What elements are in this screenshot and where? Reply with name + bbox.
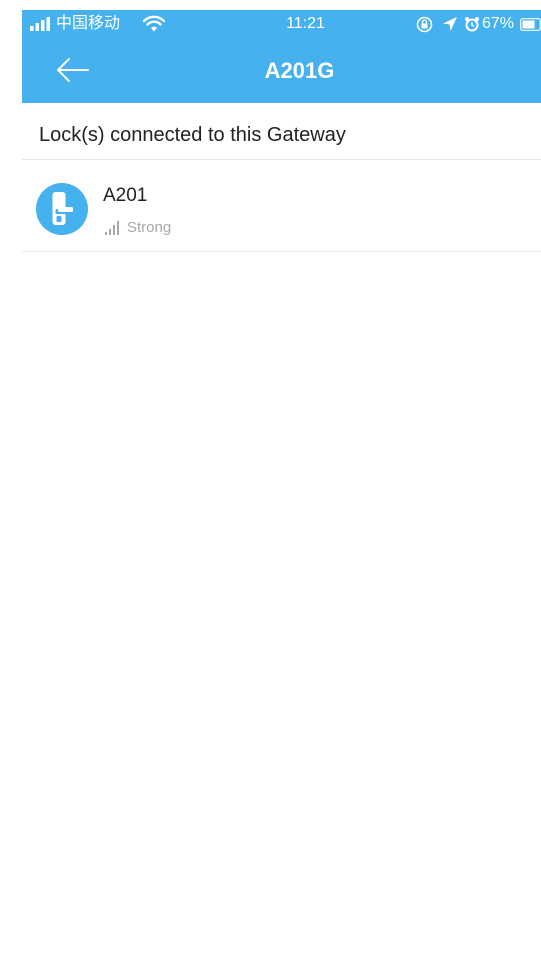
lock-name: A201 (103, 185, 148, 206)
page-title: A201G (264, 58, 335, 83)
location-icon (443, 17, 457, 31)
lock-list-item[interactable]: A201 Strong (22, 160, 541, 252)
status-bar: 中国移动 11:21 67% (22, 10, 541, 38)
battery-percent: 67% (482, 15, 515, 32)
alarm-icon (465, 17, 479, 32)
battery-icon (520, 18, 541, 31)
rotation-lock-icon (416, 16, 433, 33)
lock-icon (36, 183, 88, 235)
nav-bar: A201G (22, 38, 541, 103)
section-header: Lock(s) connected to this Gateway (22, 103, 541, 160)
section-title: Lock(s) connected to this Gateway (39, 124, 346, 146)
signal-label: Strong (127, 219, 172, 236)
app-header: 中国移动 11:21 67% A201G (22, 10, 541, 103)
signal-strength-icon (105, 221, 119, 235)
app-screen: 中国移动 11:21 67% A201G Lock(s) connected t… (0, 0, 541, 965)
